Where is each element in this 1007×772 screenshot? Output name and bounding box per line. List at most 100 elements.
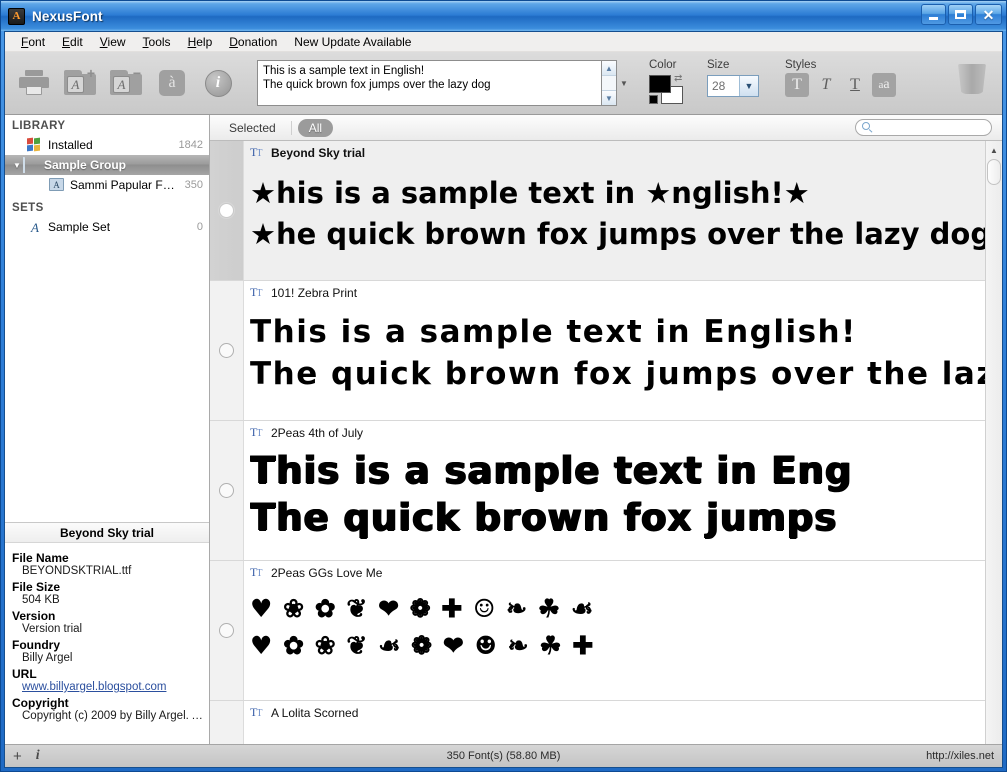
info-key-url: URL (12, 667, 37, 681)
truetype-icon: TT (250, 705, 262, 720)
row-radio-button[interactable] (219, 343, 234, 358)
color-label: Color (649, 59, 677, 71)
library-header: LIBRARY (12, 120, 66, 132)
info-key-version: Version (12, 609, 56, 623)
size-value[interactable]: 28 (708, 76, 739, 96)
search-icon (862, 122, 873, 133)
menu-edit[interactable]: Edit (54, 33, 92, 51)
row-header: TT Beyond Sky trial (250, 146, 985, 161)
sample-scroll-up-icon[interactable]: ▲ (602, 61, 616, 76)
row-select-gutter[interactable] (210, 421, 244, 560)
size-dropdown-icon[interactable]: ▼ (739, 76, 758, 96)
tab-all[interactable]: All (297, 118, 334, 137)
color-swatches[interactable]: ⇄ (649, 73, 687, 105)
row-content: TT 2Peas 4th of July This is a sample te… (244, 421, 985, 560)
menu-help[interactable]: Help (180, 33, 222, 51)
info-value-foundry: Billy Argel (22, 652, 73, 664)
font-preview: This is a sample text in English! The qu… (250, 314, 985, 394)
table-row[interactable]: TT Beyond Sky trial ★his is a sample tex… (210, 141, 985, 281)
font-list: TT Beyond Sky trial ★his is a sample tex… (210, 141, 1002, 744)
character-map-button[interactable]: à (151, 62, 193, 104)
font-set-icon: A (31, 220, 39, 235)
truetype-icon: TT (250, 285, 262, 300)
preview-line: The quick brown fox jumps over the lazy … (250, 355, 985, 392)
application-window: A NexusFont ✕ Font Edit View Tools Help … (0, 0, 1007, 772)
toolbar: A + A − à i This is a sample text in Engli… (5, 52, 1002, 115)
print-icon (19, 69, 49, 97)
close-button[interactable]: ✕ (975, 4, 1002, 25)
row-select-gutter[interactable] (210, 281, 244, 420)
info-button[interactable]: i (197, 62, 239, 104)
row-radio-button[interactable] (219, 623, 234, 638)
scrollbar-thumb[interactable] (987, 159, 1001, 185)
sidebar-item-sample-group[interactable]: ▼ Sample Group (5, 155, 209, 175)
search-box[interactable] (855, 119, 1002, 136)
bold-button[interactable]: T (785, 73, 809, 97)
sidebar-item-sample-set-label: Sample Set (48, 220, 111, 234)
row-content: TT Beyond Sky trial ★his is a sample tex… (244, 141, 985, 280)
font-list-scrollbar[interactable]: ▲ (985, 141, 1002, 744)
font-name: A Lolita Scorned (271, 706, 359, 720)
chevron-down-icon[interactable]: ▼ (11, 161, 23, 170)
row-header: TT A Lolita Scorned (250, 705, 985, 721)
default-colors-icon[interactable] (649, 95, 658, 104)
sidebar-item-sample-set-count: 0 (196, 221, 203, 233)
foreground-color-swatch[interactable] (649, 75, 671, 93)
row-header: TT 2Peas GGs Love Me (250, 566, 985, 581)
row-radio-button[interactable] (219, 203, 234, 218)
search-input[interactable] (877, 121, 1002, 134)
menu-tools[interactable]: Tools (135, 33, 180, 51)
menu-donation[interactable]: Donation (221, 33, 286, 51)
size-combobox[interactable]: 28 ▼ (707, 75, 759, 97)
sidebar-item-installed[interactable]: Installed 1842 (5, 135, 209, 155)
info-value-url[interactable]: www.billyargel.blogspot.com (12, 681, 209, 693)
sample-text-scrollbar[interactable]: ▲ ▼ (601, 60, 617, 106)
client-area: Font Edit View Tools Help Donation New U… (4, 31, 1003, 768)
letter-case-button[interactable]: aa (872, 73, 896, 97)
minimize-button[interactable] (921, 4, 946, 25)
info-value-file-size: 504 KB (22, 594, 60, 606)
preview-line: ♥ ✿ ❀ ❦ ☙ ❁ ❤ ☻ ❧ ☘ ✚ (250, 630, 595, 660)
row-content: TT 2Peas GGs Love Me ♥ ❀ ✿ ❦ ❤ ❁ ✚ ☺ ❧ ☘… (244, 561, 985, 700)
sidebar-item-sample-set[interactable]: A Sample Set 0 (5, 217, 209, 237)
sidebar-item-installed-count: 1842 (178, 139, 203, 151)
row-radio-button[interactable] (219, 483, 234, 498)
font-list-scroll-area: TT Beyond Sky trial ★his is a sample tex… (210, 141, 985, 744)
swap-colors-icon[interactable]: ⇄ (674, 73, 682, 84)
tab-selected[interactable]: Selected (220, 119, 285, 137)
tab-separator (290, 120, 292, 135)
remove-folder-button[interactable]: A − (105, 62, 147, 104)
trash-button[interactable] (958, 64, 986, 98)
status-info-icon[interactable]: i (36, 748, 40, 764)
row-select-gutter[interactable] (210, 141, 244, 280)
maximize-button[interactable] (948, 4, 973, 25)
sidebar: LIBRARY Installed 1842 ▼ Sample Group A … (5, 115, 210, 744)
sample-text-dropdown-icon[interactable]: ▼ (617, 79, 631, 88)
table-row[interactable]: TT 101! Zebra Print This is a sample tex… (210, 281, 985, 421)
trash-icon (958, 64, 986, 94)
row-select-gutter[interactable] (210, 561, 244, 700)
sample-text-input[interactable]: This is a sample text in English! The qu… (257, 60, 601, 106)
row-content: TT A Lolita Scorned (244, 701, 985, 744)
row-select-gutter[interactable] (210, 701, 244, 744)
sidebar-item-sammi-papular-fonts[interactable]: A Sammi Papular Fonts ... 350 (5, 175, 209, 195)
table-row[interactable]: TT A Lolita Scorned (210, 701, 985, 744)
italic-button[interactable]: T (814, 73, 838, 97)
underline-button[interactable]: T (843, 73, 867, 97)
print-button[interactable] (13, 62, 55, 104)
menu-bar: Font Edit View Tools Help Donation New U… (5, 32, 1002, 52)
scroll-up-icon[interactable]: ▲ (987, 143, 1002, 157)
sidebar-item-sample-group-label: Sample Group (44, 158, 127, 172)
menu-new-update-available[interactable]: New Update Available (286, 33, 420, 51)
menu-font[interactable]: Font (13, 33, 54, 51)
preview-line: ★he quick brown fox jumps over the lazy … (250, 217, 985, 252)
sample-scroll-down-icon[interactable]: ▼ (602, 90, 616, 105)
tab-bar: Selected All (210, 115, 1002, 141)
menu-view[interactable]: View (92, 33, 135, 51)
status-url[interactable]: http://xiles.net (926, 750, 994, 762)
add-folder-button[interactable]: A + (59, 62, 101, 104)
add-font-icon[interactable]: + (13, 749, 22, 764)
table-row[interactable]: TT 2Peas 4th of July This is a sample te… (210, 421, 985, 561)
table-row[interactable]: TT 2Peas GGs Love Me ♥ ❀ ✿ ❦ ❤ ❁ ✚ ☺ ❧ ☘… (210, 561, 985, 701)
font-preview-pane: Selected All TT Beyond Sky trial ★his is… (210, 115, 1002, 744)
